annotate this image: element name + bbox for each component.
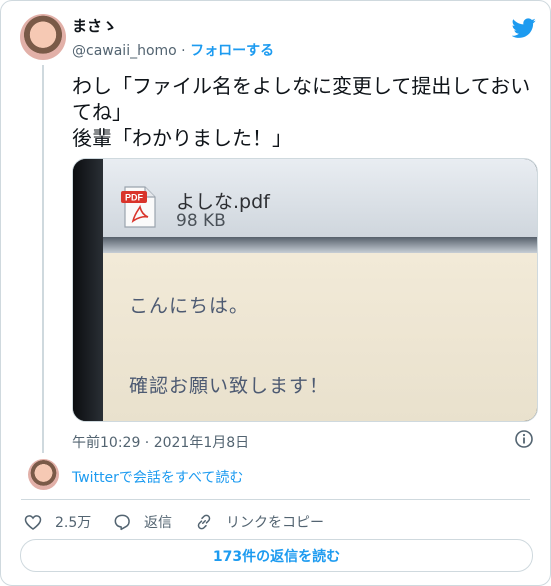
like-button[interactable]: 2.5万 <box>23 511 91 533</box>
heart-icon <box>24 515 42 531</box>
copy-link-label: リンクをコピー <box>226 515 324 531</box>
user-avatar[interactable] <box>20 14 66 60</box>
reply-button[interactable]: 返信 <box>112 511 172 533</box>
attachment-bar: PDF よしな.pdf 98 KB <box>103 159 537 237</box>
copy-link-button[interactable]: リンクをコピー <box>194 511 324 533</box>
tweet-card: まさゝ @cawaii_homo · フォローする わし「ファイル名をよしなに変… <box>0 0 551 586</box>
divider <box>21 499 530 500</box>
reply-label: 返信 <box>144 515 172 531</box>
twitter-bird-icon[interactable] <box>512 16 536 40</box>
tweet-text-line: てね」 <box>72 100 132 124</box>
tweet-text-line: わし「ファイル名をよしなに変更して提出しておい <box>72 74 531 98</box>
user-handle[interactable]: @cawaii_homo <box>72 43 177 59</box>
handle-separator: · <box>176 43 191 59</box>
email-greeting: こんにちは。 <box>129 295 250 317</box>
email-request: 確認お願い致します！ <box>129 375 330 397</box>
read-replies-button[interactable]: 173件の返信を読む <box>20 539 533 572</box>
conversation-avatar[interactable] <box>28 459 59 490</box>
tweet-timestamp[interactable]: 午前10:29 · 2021年1月8日 <box>72 432 249 452</box>
attachment-file-size: 98 KB <box>176 211 226 231</box>
tweet-text: わし「ファイル名をよしなに変更して提出しておい てね」 後輩「わかりました！」 <box>72 73 531 151</box>
attachment-file-name: よしな.pdf <box>176 191 270 213</box>
tweet-text-line: 後輩「わかりました！」 <box>72 126 292 150</box>
pdf-icon: PDF <box>121 186 156 228</box>
follow-button[interactable]: フォローする <box>190 43 274 59</box>
monitor-bezel <box>73 159 103 421</box>
tweet-photo[interactable]: PDF よしな.pdf 98 KB こんにちは。 確認お願い致します！ <box>72 158 538 422</box>
info-icon[interactable] <box>514 429 534 449</box>
reply-icon <box>114 514 130 531</box>
user-name[interactable]: まさゝ <box>72 15 117 36</box>
thread-line <box>42 65 44 453</box>
like-count: 2.5万 <box>55 515 92 531</box>
read-conversation-link[interactable]: Twitterで会話をすべて読む <box>72 467 243 487</box>
pdf-badge-text: PDF <box>125 193 144 203</box>
link-icon <box>197 514 211 530</box>
user-display-name[interactable]: まさ <box>72 17 102 35</box>
window-divider <box>103 237 537 253</box>
user-handle-row: @cawaii_homo · フォローする <box>72 40 274 60</box>
email-body: こんにちは。 確認お願い致します！ <box>103 253 537 421</box>
user-name-suffix: ゝ <box>102 17 118 35</box>
